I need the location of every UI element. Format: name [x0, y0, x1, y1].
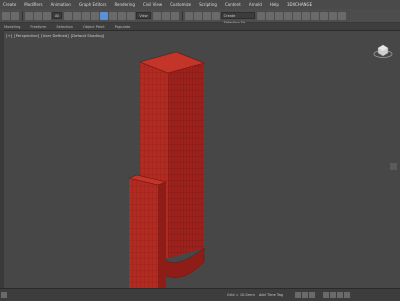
render-setup-icon[interactable]: [319, 11, 328, 20]
menu-help[interactable]: Help: [270, 2, 279, 7]
render-production-icon[interactable]: [337, 11, 346, 20]
short-column-front-face-wire: [129, 178, 158, 288]
angle-snap-icon[interactable]: [193, 11, 202, 20]
menu-3dxchange[interactable]: 3DXCHANGE: [287, 2, 312, 7]
next-frame-icon[interactable]: [301, 292, 308, 298]
time-slider-icon[interactable]: [1, 292, 7, 298]
select-by-name-icon[interactable]: [73, 11, 82, 20]
snaps-toggle-icon[interactable]: [184, 11, 193, 20]
align-icon[interactable]: [265, 11, 274, 20]
keyboard-shortcut-override-icon[interactable]: [170, 11, 179, 20]
redo-icon[interactable]: [11, 11, 19, 20]
add-time-tag[interactable]: Add Time Tag: [259, 293, 283, 297]
toolbar-divider: [22, 10, 23, 21]
select-and-place-icon[interactable]: [127, 11, 136, 20]
menu-arnold[interactable]: Arnold: [249, 2, 262, 7]
maximize-viewport-icon[interactable]: [390, 163, 397, 170]
menu-scripting[interactable]: Scripting: [199, 2, 217, 7]
named-selection-sets-dropdown[interactable]: Create Selection Se: [220, 12, 255, 25]
rectangular-selection-icon[interactable]: [82, 11, 91, 20]
menu-animation[interactable]: Animation: [51, 2, 71, 7]
select-and-rotate-icon[interactable]: [109, 11, 118, 20]
menu-modifiers[interactable]: Modifiers: [24, 2, 42, 7]
toolbar-divider: [181, 10, 183, 21]
schematic-view-icon[interactable]: [301, 11, 310, 20]
pan-icon[interactable]: [336, 292, 343, 298]
window-crossing-icon[interactable]: [91, 11, 100, 20]
menu-civil-view[interactable]: Civil View: [143, 2, 162, 7]
tab-freeform[interactable]: Freeform: [30, 25, 46, 29]
viewcube-icon[interactable]: [372, 42, 394, 60]
curve-editor-icon[interactable]: [292, 11, 301, 20]
select-and-move-icon[interactable]: [100, 11, 109, 20]
grid-spacing: Grid = 10.0mm: [227, 293, 255, 297]
menu-customize[interactable]: Customize: [170, 2, 191, 7]
ribbon-tabs: Modeling Freeform Selection Object Paint…: [0, 23, 400, 31]
tab-populate[interactable]: Populate: [115, 25, 131, 29]
layer-explorer-icon[interactable]: [274, 11, 283, 20]
menu-content[interactable]: Content: [225, 2, 241, 7]
play-icon[interactable]: [294, 292, 301, 298]
zoom-icon[interactable]: [322, 292, 329, 298]
menu-create[interactable]: Create: [3, 2, 16, 7]
link-icon[interactable]: [25, 11, 33, 20]
tab-modeling[interactable]: Modeling: [4, 25, 20, 29]
rendered-frame-window-icon[interactable]: [328, 11, 337, 20]
maximize-toggle-icon[interactable]: [343, 292, 350, 298]
material-editor-icon[interactable]: [310, 11, 319, 20]
status-bar: Grid = 10.0mm Add Time Tag: [0, 288, 400, 301]
menu-bar: Create Modifiers Animation Graph Editors…: [0, 0, 400, 9]
select-object-icon[interactable]: [64, 11, 73, 20]
main-toolbar: All View Create Selection Se: [0, 9, 400, 25]
select-manipulate-icon[interactable]: [161, 11, 170, 20]
select-and-scale-icon[interactable]: [118, 11, 127, 20]
column-right-face-wire: [168, 63, 204, 258]
unlink-icon[interactable]: [34, 11, 42, 20]
spinner-snap-icon[interactable]: [211, 11, 220, 20]
pivot-center-icon[interactable]: [152, 11, 161, 20]
mesh-object[interactable]: [4, 31, 400, 288]
bind-space-warp-icon[interactable]: [43, 11, 51, 20]
orbit-icon[interactable]: [329, 292, 336, 298]
undo-icon[interactable]: [2, 11, 10, 20]
short-column-right-face: [158, 182, 166, 288]
selection-filter-dropdown[interactable]: All: [52, 12, 63, 19]
viewport-nav-controls: [389, 163, 397, 170]
key-mode-icon[interactable]: [308, 292, 315, 298]
toggle-ribbon-icon[interactable]: [283, 11, 292, 20]
perspective-viewport[interactable]: [+] [Perspective] [User Defined] [Default S…: [4, 31, 400, 288]
menu-rendering[interactable]: Rendering: [114, 2, 134, 7]
percent-snap-icon[interactable]: [202, 11, 211, 20]
menu-graph-editors[interactable]: Graph Editors: [79, 2, 106, 7]
tab-object-paint[interactable]: Object Paint: [83, 25, 105, 29]
tab-selection[interactable]: Selection: [56, 25, 73, 29]
mirror-icon[interactable]: [256, 11, 265, 20]
reference-coordinate-dropdown[interactable]: View: [136, 12, 151, 19]
